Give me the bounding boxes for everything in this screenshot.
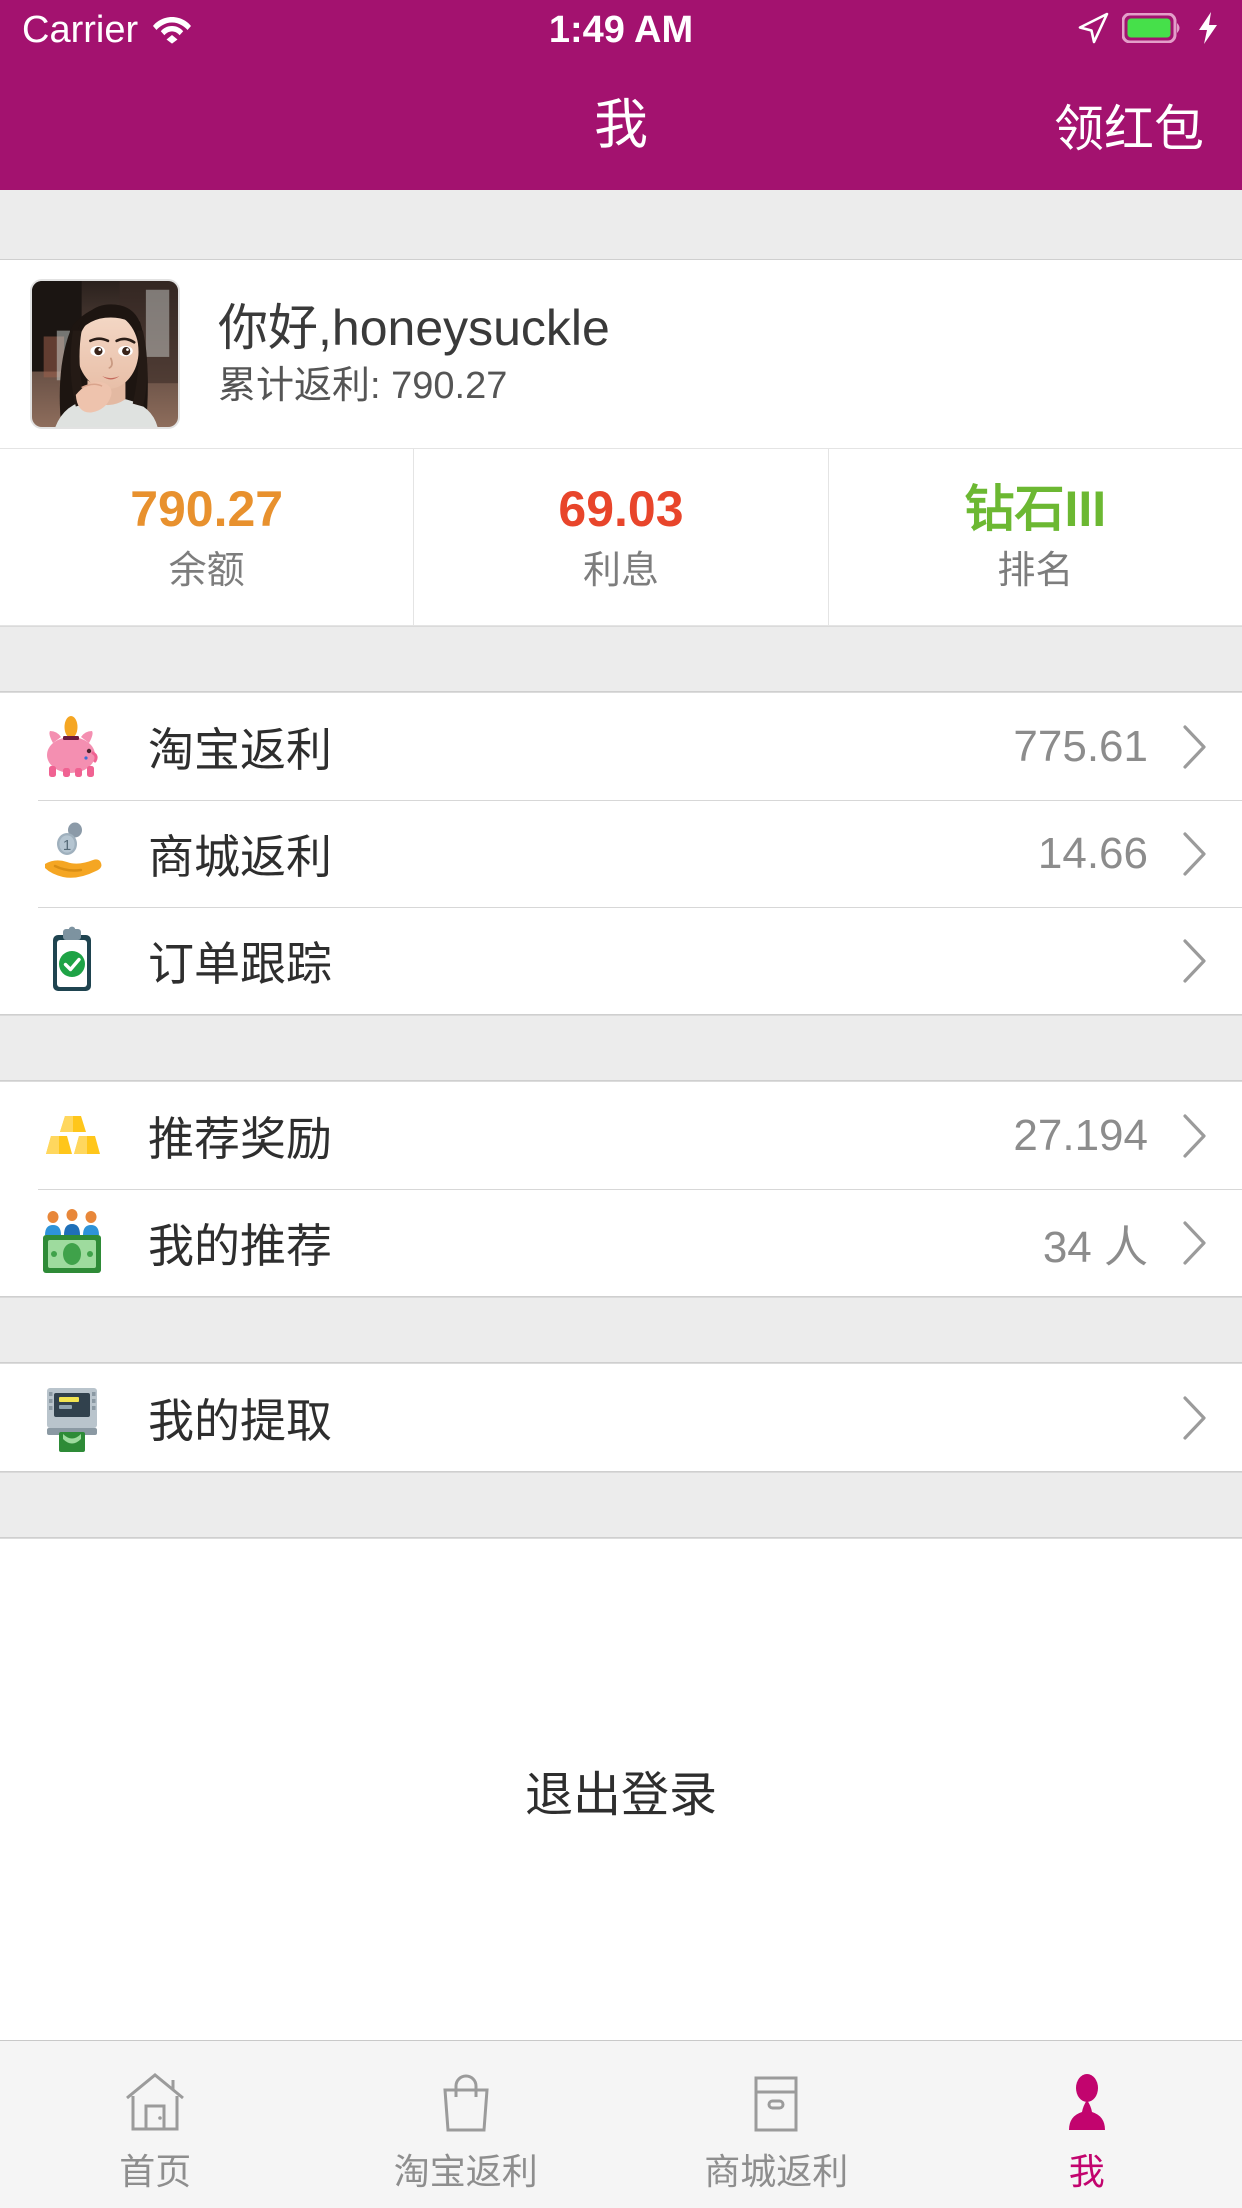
store-icon: [739, 2066, 813, 2140]
stat-rank[interactable]: 钻石III 排名: [827, 449, 1242, 625]
profile-card[interactable]: 你好,honeysuckle 累计返利: 790.27: [0, 260, 1242, 448]
list-item-my-withdrawals[interactable]: 我的提取: [0, 1364, 1242, 1471]
chevron-right-icon: [1182, 1113, 1208, 1159]
stat-interest[interactable]: 69.03 利息: [413, 449, 827, 625]
list-item-label: 淘宝返利: [148, 723, 332, 776]
list-item-value: 34 人: [1042, 1222, 1148, 1272]
tab-label: 淘宝返利: [393, 2150, 538, 2192]
stat-balance[interactable]: 790.27 余额: [0, 449, 413, 625]
lightning-bolt-icon: [1196, 11, 1220, 50]
clipboard-check-icon: [34, 922, 112, 1000]
section-gap-1: [0, 626, 1242, 692]
stats-row: 790.27 余额 69.03 利息 钻石III 排名: [0, 448, 1242, 626]
list-item-label: 订单跟踪: [148, 937, 332, 990]
tab-taobao-rebate[interactable]: 淘宝返利: [311, 2041, 622, 2208]
chevron-right-icon: [1182, 724, 1208, 770]
list-item-value: 775.61: [1013, 721, 1148, 771]
chevron-right-icon: [1182, 1220, 1208, 1266]
location-arrow-icon: [1076, 11, 1110, 50]
status-bar: Carrier 1:49 AM: [0, 0, 1242, 60]
logout-button[interactable]: 退出登录: [525, 1755, 717, 1825]
carrier-label: Carrier: [22, 8, 139, 51]
tab-mall-rebate[interactable]: 商城返利: [621, 2041, 932, 2208]
section-gap-3: [0, 1297, 1242, 1363]
list-item-mall-rebate[interactable]: 1 商城返利 14.66: [0, 800, 1242, 907]
header: Carrier 1:49 AM 我 领红包: [0, 0, 1242, 190]
tab-home[interactable]: 首页: [0, 2041, 311, 2208]
list-item-value: 27.194: [1013, 1110, 1148, 1160]
section-gap-4: [0, 1472, 1242, 1538]
rebate-group: 淘宝返利 775.61 1 商城返利 14.66 订单跟踪: [0, 692, 1242, 1015]
atm-machine-icon: [34, 1379, 112, 1457]
stat-balance-label: 余额: [168, 550, 245, 592]
tab-me[interactable]: 我: [932, 2041, 1242, 2208]
section-gap-2: [0, 1015, 1242, 1081]
list-item-taobao-rebate[interactable]: 淘宝返利 775.61: [0, 693, 1242, 800]
person-icon: [1050, 2066, 1124, 2140]
referral-group: 推荐奖励 27.194 我的推荐 34 人: [0, 1081, 1242, 1297]
tab-label: 商城返利: [704, 2150, 849, 2192]
profile-text: 你好,honeysuckle 累计返利: 790.27: [218, 299, 610, 408]
list-item-label: 我的提取: [148, 1394, 332, 1447]
stat-interest-value: 69.03: [558, 481, 684, 537]
nav-bar: 我 领红包: [0, 60, 1242, 190]
total-rebate-text: 累计返利: 790.27: [218, 364, 508, 407]
withdraw-group: 我的提取: [0, 1363, 1242, 1472]
money-people-icon: [34, 1204, 112, 1282]
list-item-label: 推荐奖励: [148, 1112, 332, 1165]
list-item-order-tracking[interactable]: 订单跟踪: [0, 907, 1242, 1014]
red-packet-button[interactable]: 领红包: [1054, 89, 1212, 161]
gold-bars-icon: [34, 1097, 112, 1175]
tab-label: 首页: [119, 2150, 192, 2192]
chevron-right-icon: [1182, 938, 1208, 984]
status-bar-right: [693, 11, 1220, 50]
chevron-right-icon: [1182, 831, 1208, 877]
status-bar-left: Carrier: [22, 9, 549, 52]
avatar[interactable]: [30, 279, 180, 429]
chevron-right-icon: [1182, 1395, 1208, 1441]
stat-interest-label: 利息: [582, 550, 659, 592]
stat-balance-value: 790.27: [130, 481, 284, 537]
list-item-my-referrals[interactable]: 我的推荐 34 人: [0, 1189, 1242, 1296]
home-icon: [118, 2066, 192, 2140]
battery-full-icon: [1121, 12, 1184, 48]
list-item-label: 商城返利: [148, 830, 332, 883]
logout-section: 退出登录: [0, 1538, 1242, 2040]
stat-rank-label: 排名: [997, 550, 1074, 592]
clock: 1:49 AM: [548, 8, 694, 51]
tab-bar: 首页 淘宝返利 商城返利 我: [0, 2040, 1242, 2208]
stat-rank-value: 钻石III: [964, 481, 1107, 537]
bag-icon: [429, 2066, 503, 2140]
list-item-referral-reward[interactable]: 推荐奖励 27.194: [0, 1082, 1242, 1189]
app-screen: Carrier 1:49 AM 我 领红包 你好,honeysuckle 累计返…: [0, 0, 1242, 2208]
piggy-bank-icon: [34, 708, 112, 786]
greeting-text: 你好,honeysuckle: [218, 299, 610, 356]
tab-label: 我: [1068, 2150, 1105, 2192]
coin-in-hand-icon: 1: [34, 815, 112, 893]
svg-text:1: 1: [63, 837, 71, 854]
list-item-value: 14.66: [1037, 828, 1148, 878]
wifi-icon: [152, 12, 192, 49]
list-item-label: 我的推荐: [148, 1219, 332, 1272]
section-gap-top: [0, 190, 1242, 260]
